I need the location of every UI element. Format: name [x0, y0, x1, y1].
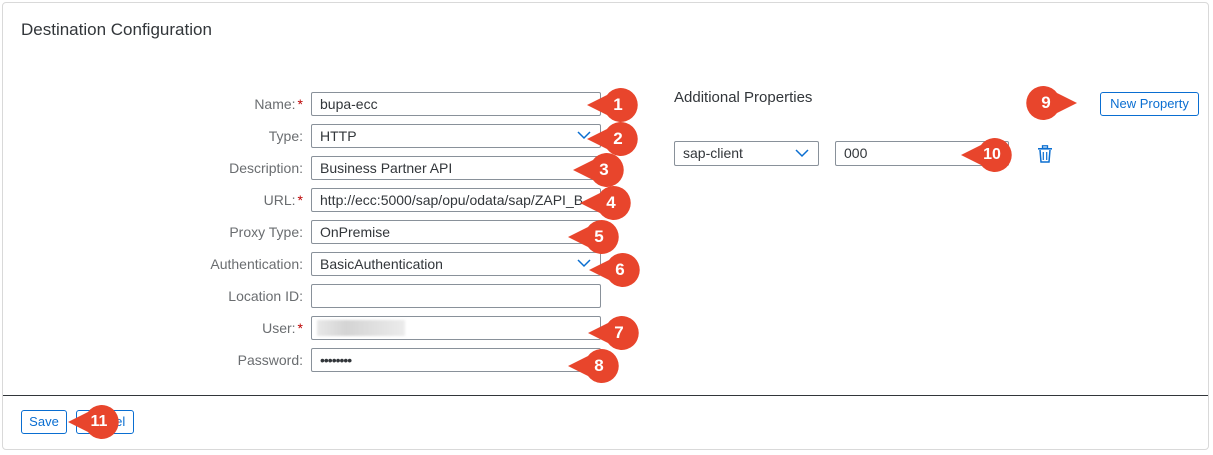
property-key-select[interactable]: sap-client: [674, 141, 819, 166]
type-select[interactable]: HTTP: [311, 124, 601, 148]
callout-8: 8: [568, 349, 619, 383]
user-label: User: *: [262, 320, 303, 336]
authentication-label: Authentication:: [210, 256, 303, 272]
password-input[interactable]: ••••••••: [311, 348, 601, 372]
name-input[interactable]: bupa-ecc: [311, 92, 601, 116]
proxy-type-input[interactable]: OnPremise: [311, 220, 601, 244]
callout-11: 11: [68, 405, 119, 439]
authentication-value: BasicAuthentication: [320, 256, 443, 272]
authentication-select[interactable]: BasicAuthentication: [311, 252, 601, 276]
type-label: Type:: [268, 128, 303, 144]
trash-icon[interactable]: [1037, 145, 1053, 163]
property-key-value: sap-client: [683, 145, 743, 161]
callout-1: 1: [587, 88, 638, 122]
user-input[interactable]: [311, 316, 601, 340]
callout-7: 7: [588, 316, 639, 350]
proxy-type-label: Proxy Type:: [229, 224, 303, 240]
chevron-down-icon: [795, 149, 809, 158]
new-property-button[interactable]: New Property: [1100, 92, 1199, 116]
redacted-user-value: [317, 320, 405, 336]
location-id-input[interactable]: [311, 284, 601, 308]
type-value: HTTP: [320, 128, 357, 144]
callout-3: 3: [573, 153, 624, 187]
save-button[interactable]: Save: [21, 410, 67, 434]
callout-9: 9: [1026, 86, 1077, 120]
description-input[interactable]: Business Partner API: [311, 156, 601, 180]
callout-10: 10: [961, 138, 1012, 172]
footer-divider: [3, 395, 1208, 396]
name-label: Name: *: [254, 96, 303, 112]
callout-5: 5: [568, 220, 619, 254]
location-id-label: Location ID:: [228, 288, 303, 304]
additional-properties-heading: Additional Properties: [674, 89, 813, 106]
callout-4: 4: [580, 186, 631, 220]
description-label: Description:: [229, 160, 303, 176]
url-label: URL: *: [263, 192, 303, 208]
callout-6: 6: [589, 253, 640, 287]
password-label: Password:: [237, 352, 303, 368]
chevron-down-icon: [577, 259, 591, 268]
callout-2: 2: [587, 122, 638, 156]
url-input[interactable]: http://ecc:5000/sap/opu/odata/sap/ZAPI_B…: [311, 188, 601, 212]
panel-title: Destination Configuration: [21, 20, 212, 39]
